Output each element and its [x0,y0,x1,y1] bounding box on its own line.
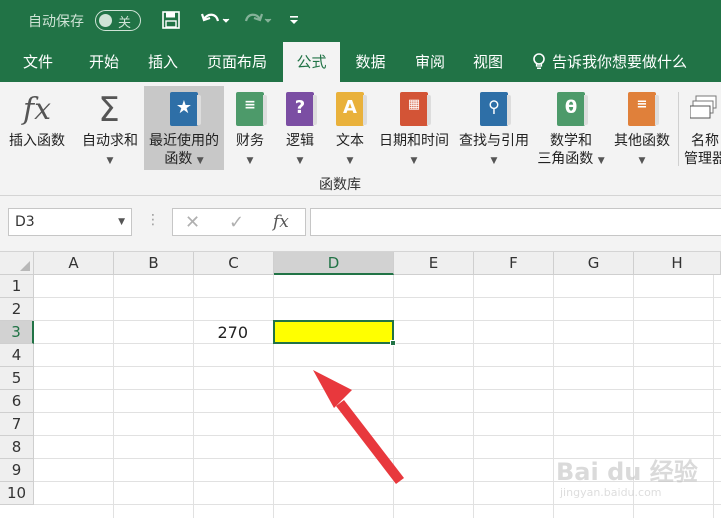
chevron-down-icon: ▼ [246,156,254,166]
autosave-toggle[interactable]: 关 [95,10,141,31]
question-book-icon: ? [286,92,317,126]
sigma-icon: Σ [98,90,120,130]
name-box[interactable]: D3 ▼ [8,208,132,236]
fx-icon: fx [22,92,52,127]
math-label-2: 三角函数 [537,151,594,167]
redo-icon[interactable] [240,8,274,32]
tab-file[interactable]: 文件 [8,42,68,82]
fx-icon[interactable]: fx [273,212,289,232]
chevron-down-icon: ▼ [490,156,498,166]
toggle-knob [99,14,112,27]
more-functions-button[interactable]: ≡ 其他函数 ▼ [608,86,676,170]
more-functions-label: 其他函数 [614,133,670,149]
formula-bar: D3 ▼ ⋮ ✕ ✓ fx [0,196,721,252]
lightbulb-icon [533,53,545,69]
formula-buttons: ✕ ✓ fx [172,208,306,236]
tab-data[interactable]: 数据 [343,42,398,82]
autosave-label: 自动保存 [28,14,84,30]
logical-label: 逻辑 [286,133,314,149]
baidu-watermark: Bai du 经验 jingyan.baidu.com [556,452,706,512]
formula-input[interactable] [310,208,721,236]
tab-review[interactable]: 审阅 [402,42,458,82]
datetime-button[interactable]: ▦ 日期和时间 ▼ [374,86,454,170]
tab-home[interactable]: 开始 [74,42,134,82]
magnifier-book-icon: ⚲ [480,92,511,126]
tab-insert[interactable]: 插入 [134,42,192,82]
insert-function-label: 插入函数 [9,133,65,149]
worksheet-grid[interactable]: A B C D E F G H 1 2 3 4 5 6 7 8 9 10 270… [0,252,721,518]
recently-used-label-1: 最近使用的 [149,133,219,149]
tell-me-box[interactable]: 告诉我你想要做什么 [532,42,687,82]
autosum-label: 自动求和 [82,133,138,149]
chevron-down-icon: ▼ [196,156,204,166]
text-button[interactable]: A 文本 ▼ [328,86,372,170]
tab-formulas[interactable]: 公式 [283,42,340,82]
text-book-icon: A [336,92,367,126]
watermark-brand: Bai du 经验 [556,458,698,486]
tab-view[interactable]: 视图 [460,42,516,82]
tell-me-text: 告诉我你想要做什么 [552,53,688,71]
cancel-icon[interactable]: ✕ [185,212,200,233]
save-icon[interactable] [160,8,182,32]
title-bar: 自动保存 关 [0,0,721,42]
theta-book-icon: θ [557,92,588,126]
math-label-1: 数学和 [550,133,592,149]
coins-book-icon: ≡ [236,92,267,126]
function-library-group-label: 函数库 [319,177,361,193]
star-book-icon: ★ [170,92,201,126]
name-manager-label-1: 名称 [691,133,719,149]
chevron-down-icon: ▼ [410,156,418,166]
chevron-down-icon[interactable]: ▼ [118,209,125,235]
lookup-label: 查找与引用 [459,133,529,149]
chevron-down-icon: ▼ [597,156,605,166]
recently-used-button[interactable]: ★ 最近使用的函数 ▼ [144,86,224,170]
enter-icon[interactable]: ✓ [229,212,244,233]
name-manager-button[interactable]: 名称 管理器 [680,86,721,170]
text-label: 文本 [336,133,364,149]
math-trig-button[interactable]: θ 数学和三角函数 ▼ [534,86,608,170]
name-box-value: D3 [15,214,35,230]
recently-used-label-2: 函数 [164,151,193,167]
chevron-down-icon: ▼ [106,156,114,166]
logical-button[interactable]: ? 逻辑 ▼ [278,86,322,170]
insert-function-button[interactable]: fx 插入函数 [2,86,72,170]
undo-icon[interactable] [198,8,232,32]
calendar-book-icon: ▦ [400,92,431,126]
formula-bar-splitter[interactable]: ⋮ [146,212,160,228]
name-manager-label-2: 管理器 [684,151,721,167]
customize-qat-icon[interactable] [286,8,302,32]
more-book-icon: ≡ [628,92,659,126]
datetime-label: 日期和时间 [379,133,449,149]
financial-label: 财务 [236,133,264,149]
chevron-down-icon: ▼ [638,156,646,166]
ribbon-divider [678,92,679,166]
chevron-down-icon: ▼ [296,156,304,166]
autosave-state: 关 [118,16,132,31]
lookup-button[interactable]: ⚲ 查找与引用 ▼ [454,86,534,170]
autosum-button[interactable]: Σ 自动求和 ▼ [76,86,144,170]
name-tags-icon [689,92,720,128]
financial-button[interactable]: ≡ 财务 ▼ [228,86,272,170]
tab-page-layout[interactable]: 页面布局 [196,42,278,82]
chevron-down-icon: ▼ [346,156,354,166]
ribbon-formulas: fx 插入函数 Σ 自动求和 ▼ ★ 最近使用的 函数 ▼ ≡ 财务 ▼ ? 逻辑 ▼ … [0,82,721,196]
watermark-url: jingyan.baidu.com [560,486,662,499]
ribbon-tabs: 文件 开始 插入 页面布局 公式 数据 审阅 视图 告诉我你想要做什么 [0,42,721,82]
